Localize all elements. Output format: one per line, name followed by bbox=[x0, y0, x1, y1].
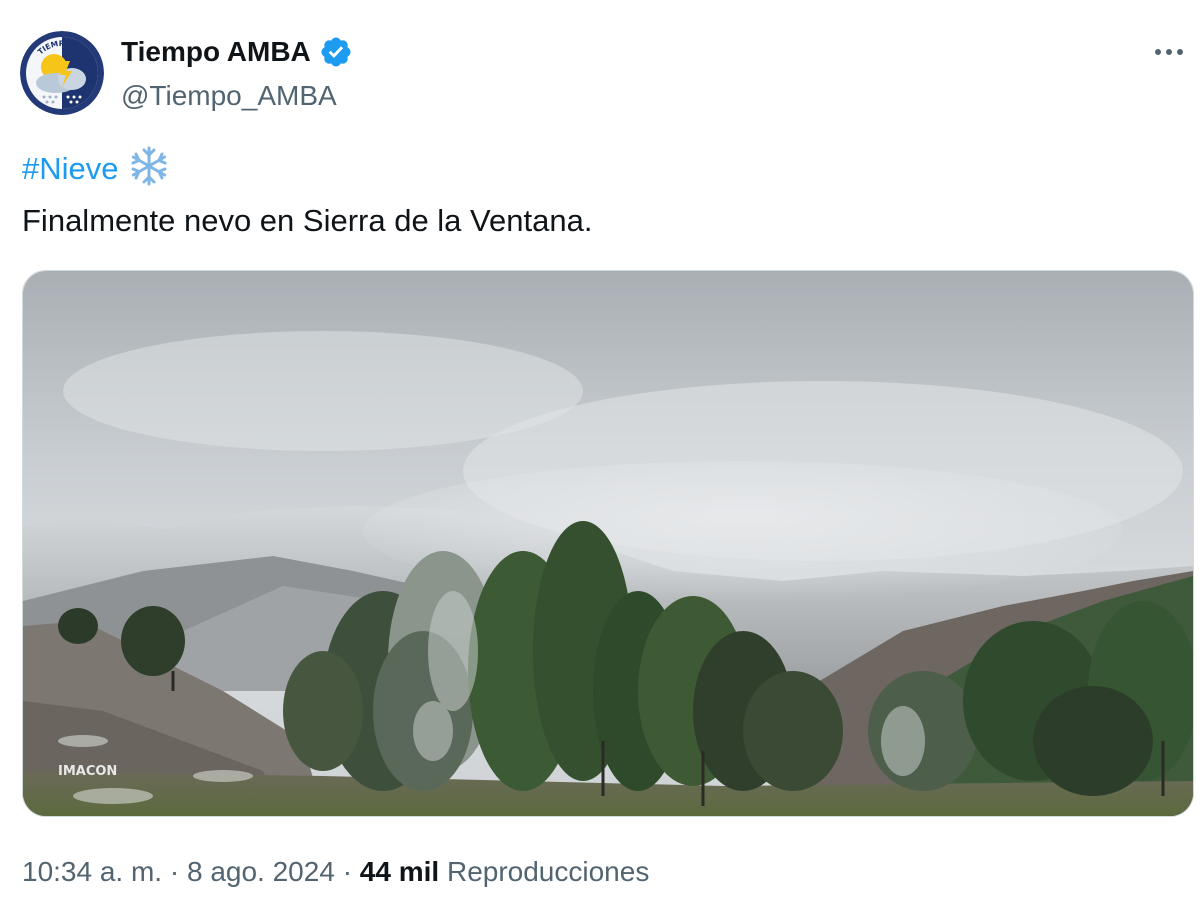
tweet-hashtag-line: #Nieve bbox=[22, 146, 169, 191]
meta-separator: · bbox=[169, 856, 180, 887]
author-name-row: Tiempo AMBA bbox=[121, 32, 353, 72]
tweet-media-photo[interactable]: IMACON bbox=[22, 270, 1194, 817]
more-horizontal-icon[interactable] bbox=[1152, 38, 1186, 66]
tweet-text: Finalmente nevo en Sierra de la Ventana. bbox=[22, 203, 593, 238]
snowflake-icon bbox=[129, 146, 169, 191]
tweet-time[interactable]: 10:34 a. m. bbox=[22, 856, 162, 887]
avatar-logo: TIEMPO AMBA bbox=[20, 31, 104, 115]
views-count: 44 mil bbox=[359, 856, 440, 887]
verified-badge-icon[interactable] bbox=[319, 35, 353, 69]
author-display-name[interactable]: Tiempo AMBA bbox=[121, 32, 311, 72]
views-label: Reproducciones bbox=[446, 856, 650, 887]
hashtag-link[interactable]: #Nieve bbox=[22, 147, 119, 191]
author-handle[interactable]: @Tiempo_AMBA bbox=[121, 78, 337, 114]
meta-separator: · bbox=[342, 856, 353, 887]
photo-watermark: IMACON bbox=[58, 764, 118, 779]
tweet-meta: 10:34 a. m. · 8 ago. 2024 · 44 mil Repro… bbox=[22, 853, 649, 891]
snowy-mountain-photo bbox=[23, 271, 1193, 816]
tweet-date[interactable]: 8 ago. 2024 bbox=[187, 856, 335, 887]
avatar[interactable]: TIEMPO AMBA bbox=[20, 31, 104, 115]
tweet: TIEMPO AMBA Tiempo AMBA @Tiempo_AMBA #Ni… bbox=[0, 0, 1200, 910]
